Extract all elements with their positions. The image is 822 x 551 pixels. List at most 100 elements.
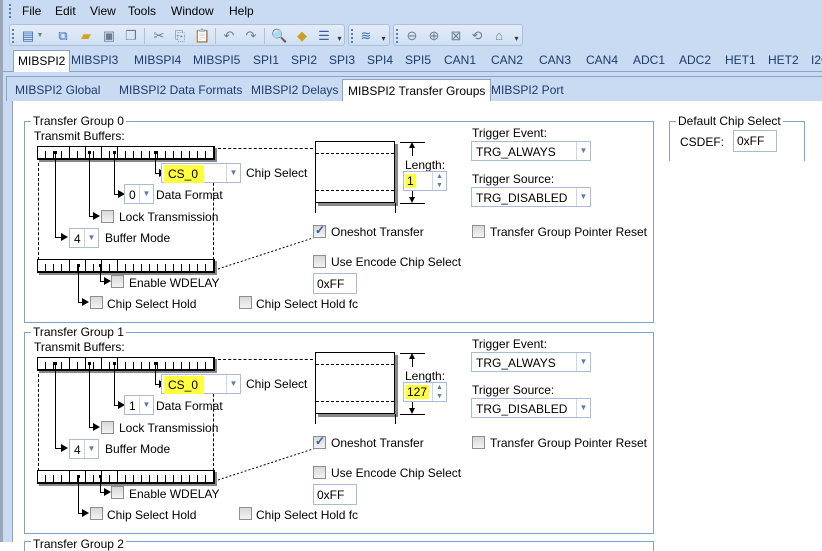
properties-icon[interactable]: ☰ — [316, 28, 332, 44]
toolbar-grip — [396, 29, 399, 43]
menu-tools[interactable]: Tools — [128, 4, 156, 18]
refresh-icon[interactable]: ⟲ — [469, 28, 485, 44]
cut-icon[interactable]: ✂ — [151, 28, 167, 44]
open-folder-icon[interactable]: ▰ — [78, 28, 94, 44]
layers-icon[interactable]: ≋ — [358, 28, 374, 44]
import-icon[interactable]: ⧉ — [55, 28, 71, 44]
tab-mibspi5[interactable]: MIBSPI5 — [193, 53, 240, 67]
tab-mibspi2-data-formats[interactable]: MIBSPI2 Data Formats — [119, 83, 242, 97]
data-format-combo[interactable]: 0 ▼ — [124, 184, 154, 204]
lock-transmission-checkbox[interactable] — [101, 421, 114, 434]
chevron-down-icon[interactable]: ▼ — [576, 142, 590, 160]
menu-help[interactable]: Help — [229, 4, 254, 18]
menu-window[interactable]: Window — [171, 4, 214, 18]
transfer-group-pointer-reset-checkbox[interactable] — [472, 436, 485, 449]
tab-i2c[interactable]: I2C — [811, 53, 822, 67]
enable-wdelay-checkbox[interactable] — [111, 275, 124, 288]
chevron-down-icon[interactable]: ▼ — [139, 185, 153, 203]
menu-file[interactable]: File — [22, 4, 41, 18]
buffer-mode-combo[interactable]: 4 ▼ — [69, 439, 99, 459]
menu-edit[interactable]: Edit — [55, 4, 76, 18]
toolbar-options-icon[interactable]: ▾ — [512, 34, 521, 44]
trigger-event-combo[interactable]: TRG_ALWAYS ▼ — [471, 352, 591, 372]
tab-mibspi2[interactable]: MIBSPI2 — [13, 50, 71, 73]
chip-select-hold-fc-checkbox[interactable] — [239, 507, 252, 520]
chevron-down-icon[interactable]: ▼ — [84, 229, 98, 247]
chevron-down-icon[interactable]: ▼ — [576, 353, 590, 371]
encode-chip-select-input[interactable]: 0xFF — [313, 273, 357, 294]
spin-up-down-icon[interactable]: ▲ ▼ — [432, 172, 446, 190]
transfer-group-title: Transfer Group 1 — [31, 325, 126, 339]
trigger-source-combo[interactable]: TRG_DISABLED ▼ — [471, 187, 591, 207]
tab-can2[interactable]: CAN2 — [491, 53, 523, 67]
trigger-event-combo[interactable]: TRG_ALWAYS ▼ — [471, 141, 591, 161]
tab-mibspi4[interactable]: MIBSPI4 — [134, 53, 181, 67]
menu-view[interactable]: View — [90, 4, 116, 18]
tab-spi3[interactable]: SPI3 — [329, 53, 355, 67]
sub-tab-bar: MIBSPI2 Global MIBSPI2 Data Formats MIBS… — [6, 76, 822, 103]
use-encode-chip-select-checkbox[interactable] — [313, 255, 326, 268]
redo-icon[interactable]: ↷ — [243, 28, 259, 44]
save-all-icon[interactable]: ❐ — [123, 28, 139, 44]
tab-adc2[interactable]: ADC2 — [679, 53, 711, 67]
back-icon[interactable]: ⊖ — [404, 28, 420, 44]
spin-up-down-icon[interactable]: ▲ ▼ — [432, 383, 446, 401]
enable-wdelay-checkbox[interactable] — [111, 486, 124, 499]
chevron-down-icon[interactable]: ▼ — [576, 188, 590, 206]
home-icon[interactable]: ⌂ — [491, 28, 507, 44]
tab-spi4[interactable]: SPI4 — [367, 53, 393, 67]
csdef-input[interactable]: 0xFF — [733, 130, 777, 152]
generate-icon[interactable]: ◆ — [294, 28, 310, 44]
tab-spi1[interactable]: SPI1 — [253, 53, 279, 67]
dropdown-arrow-icon[interactable]: ▼ — [36, 28, 44, 44]
chip-select-hold-fc-checkbox[interactable] — [239, 296, 252, 309]
trigger-source-combo[interactable]: TRG_DISABLED ▼ — [471, 398, 591, 418]
chip-select-combo[interactable]: CS_0 ▼ — [161, 163, 241, 183]
tab-mibspi2-transfer-groups[interactable]: MIBSPI2 Transfer Groups — [342, 79, 492, 103]
find-icon[interactable]: 🔍 — [271, 28, 287, 44]
chip-select-hold-checkbox[interactable] — [90, 296, 103, 309]
length-spinner[interactable]: 1 ▲ ▼ — [403, 171, 447, 191]
close-doc-icon[interactable]: ⊠ — [448, 28, 464, 44]
tab-mibspi2-delays[interactable]: MIBSPI2 Delays — [251, 83, 338, 97]
toolbar-options-icon[interactable]: ▾ — [379, 34, 388, 44]
chevron-down-icon[interactable]: ▼ — [226, 164, 240, 182]
copy-icon[interactable]: ⎘ — [172, 28, 188, 44]
chevron-down-icon[interactable]: ▼ — [576, 399, 590, 417]
save-icon[interactable]: ▣ — [101, 28, 117, 44]
undo-icon[interactable]: ↶ — [221, 28, 237, 44]
chevron-down-icon[interactable]: ▼ — [139, 396, 153, 414]
oneshot-transfer-checkbox[interactable] — [313, 223, 326, 238]
chip-select-hold-checkbox[interactable] — [90, 507, 103, 520]
oneshot-transfer-checkbox[interactable] — [313, 434, 326, 449]
data-format-combo[interactable]: 1 ▼ — [124, 395, 154, 415]
tab-mibspi3[interactable]: MIBSPI3 — [71, 53, 118, 67]
toolbar: ▤ ▼ ⧉ ▰ ▣ ❐ ✂ ⎘ 📋 ↶ ↷ 🔍 ◆ ☰ ▾ ≋ ▾ ⊖ ⊕ ⊠ … — [0, 22, 822, 48]
tab-spi5[interactable]: SPI5 — [405, 53, 431, 67]
oneshot-transfer-label: Oneshot Transfer — [331, 225, 424, 239]
tab-het2[interactable]: HET2 — [768, 53, 799, 67]
tab-adc1[interactable]: ADC1 — [633, 53, 665, 67]
tab-can3[interactable]: CAN3 — [539, 53, 571, 67]
chip-select-combo[interactable]: CS_0 ▼ — [161, 374, 241, 394]
encode-chip-select-input[interactable]: 0xFF — [313, 484, 357, 505]
tab-can1[interactable]: CAN1 — [444, 53, 476, 67]
use-encode-chip-select-checkbox[interactable] — [313, 466, 326, 479]
transfer-group-1: Transfer Group 1 Transmit Buffers: CS_0 … — [24, 325, 654, 534]
trigger-source-label: Trigger Source: — [472, 383, 555, 397]
paste-icon[interactable]: 📋 — [194, 28, 210, 44]
chevron-down-icon[interactable]: ▼ — [226, 375, 240, 393]
buffer-mode-combo[interactable]: 4 ▼ — [69, 228, 99, 248]
new-project-icon[interactable]: ▤ — [20, 28, 36, 44]
tab-het1[interactable]: HET1 — [725, 53, 756, 67]
tab-mibspi2-port[interactable]: MIBSPI2 Port — [491, 83, 564, 97]
chevron-down-icon[interactable]: ▼ — [84, 440, 98, 458]
tab-mibspi2-global[interactable]: MIBSPI2 Global — [15, 83, 100, 97]
lock-transmission-checkbox[interactable] — [101, 210, 114, 223]
tab-spi2[interactable]: SPI2 — [291, 53, 317, 67]
toolbar-options-icon[interactable]: ▾ — [335, 34, 344, 44]
tab-can4[interactable]: CAN4 — [586, 53, 618, 67]
transfer-group-pointer-reset-checkbox[interactable] — [472, 225, 485, 238]
forward-icon[interactable]: ⊕ — [426, 28, 442, 44]
length-spinner[interactable]: 127 ▲ ▼ — [403, 382, 447, 402]
